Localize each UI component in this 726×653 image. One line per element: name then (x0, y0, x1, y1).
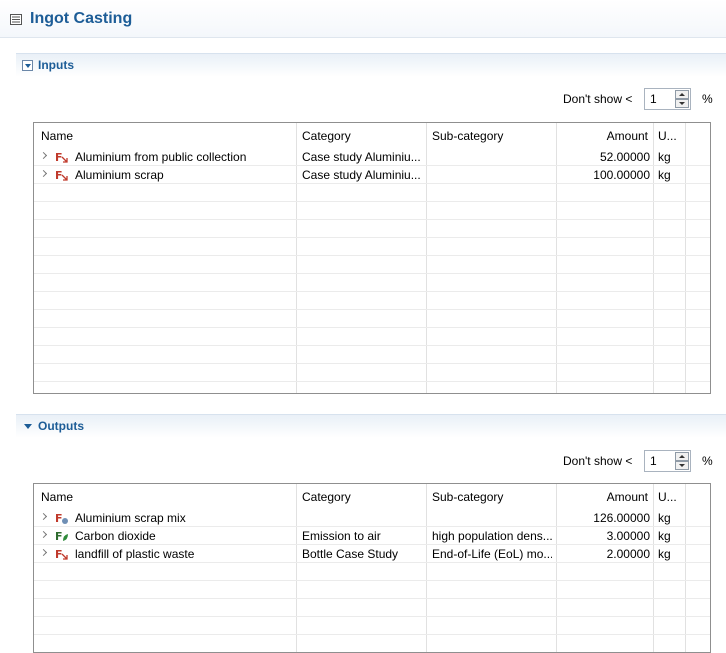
form-icon (10, 14, 22, 25)
product-flow-icon: F (55, 151, 68, 164)
row-name: landfill of plastic waste (75, 547, 195, 561)
outputs-threshold-value[interactable]: 1 (650, 454, 657, 468)
row-divider (34, 598, 710, 599)
row-name: Carbon dioxide (75, 529, 156, 543)
row-name: Aluminium scrap (75, 168, 164, 182)
row-divider (34, 616, 710, 617)
editor-header: Ingot Casting (0, 0, 726, 38)
row-divider (34, 255, 710, 256)
column-header-subcategory[interactable]: Sub-category (432, 490, 503, 504)
svg-text:F: F (55, 151, 63, 164)
svg-text:F: F (55, 512, 63, 525)
column-header-subcategory[interactable]: Sub-category (432, 129, 503, 143)
column-header-name[interactable]: Name (41, 129, 73, 143)
outputs-filter-label: Don't show < (563, 454, 633, 468)
row-divider (34, 381, 710, 382)
outputs-section-label: Outputs (38, 419, 84, 433)
row-subcategory: End-of-Life (EoL) mo... (432, 547, 552, 561)
column-header-category[interactable]: Category (302, 129, 351, 143)
elementary-flow-icon: F (55, 530, 68, 543)
row-name: Aluminium from public collection (75, 150, 247, 164)
inputs-table[interactable]: Name Category Sub-category Amount U... F… (33, 122, 711, 394)
column-header-unit[interactable]: U... (658, 490, 677, 504)
row-divider (34, 580, 710, 581)
column-header-amount[interactable]: Amount (556, 490, 648, 504)
row-amount: 100.00000 (593, 168, 650, 182)
row-unit: kg (658, 168, 671, 182)
inputs-filter-label: Don't show < (563, 92, 633, 106)
column-header-category[interactable]: Category (302, 490, 351, 504)
collapse-triangle-icon[interactable] (24, 424, 32, 429)
row-divider (34, 291, 710, 292)
row-divider (34, 327, 710, 328)
svg-text:F: F (55, 530, 63, 543)
row-unit: kg (658, 529, 671, 543)
editor-title: Ingot Casting (30, 10, 133, 27)
row-divider (34, 363, 710, 364)
outputs-filter: Don't show < 1 % (563, 450, 723, 472)
column-header-amount[interactable]: Amount (556, 129, 648, 143)
inputs-section-header[interactable]: Inputs (16, 53, 726, 77)
expand-arrow-icon[interactable] (39, 530, 48, 539)
spinner-up-icon[interactable] (675, 90, 689, 99)
outputs-section-header[interactable]: Outputs (16, 414, 726, 438)
outputs-table[interactable]: Name Category Sub-category Amount U... F… (33, 483, 711, 653)
row-amount: 2.00000 (606, 547, 650, 561)
row-amount: 52.00000 (599, 150, 650, 164)
product-flow-icon: F (55, 512, 68, 525)
row-divider (34, 634, 710, 635)
row-name: Aluminium scrap mix (75, 511, 186, 525)
row-category: Bottle Case Study (302, 547, 399, 561)
expand-arrow-icon[interactable] (39, 548, 48, 557)
inputs-filter: Don't show < 1 % (563, 88, 723, 110)
outputs-filter-unit: % (702, 454, 713, 468)
spinner-down-icon[interactable] (675, 99, 689, 108)
expand-arrow-icon[interactable] (39, 512, 48, 521)
row-divider (34, 219, 710, 220)
table-row[interactable]: F landfill of plastic waste Bottle Case … (34, 545, 710, 563)
svg-text:F: F (55, 548, 63, 561)
row-amount: 3.00000 (606, 529, 650, 543)
outputs-threshold-spinner[interactable]: 1 (644, 450, 691, 472)
column-header-name[interactable]: Name (41, 490, 73, 504)
row-divider (34, 273, 710, 274)
expand-arrow-icon[interactable] (39, 169, 48, 178)
table-row[interactable]: F Aluminium scrap mix 126.00000 kg (34, 509, 710, 527)
spinner-up-icon[interactable] (675, 452, 689, 461)
row-amount: 126.00000 (593, 511, 650, 525)
column-header-unit[interactable]: U... (658, 129, 677, 143)
product-flow-icon: F (55, 169, 68, 182)
waste-flow-icon: F (55, 548, 68, 561)
row-category: Emission to air (302, 529, 381, 543)
row-divider (34, 237, 710, 238)
row-divider (34, 309, 710, 310)
row-category: Case study Aluminiu... (302, 150, 421, 164)
inputs-threshold-spinner[interactable]: 1 (644, 88, 691, 110)
table-row[interactable]: F Aluminium scrap Case study Aluminiu...… (34, 166, 710, 184)
row-category: Case study Aluminiu... (302, 168, 421, 182)
inputs-filter-unit: % (702, 92, 713, 106)
table-row[interactable]: F Aluminium from public collection Case … (34, 148, 710, 166)
inputs-section-label: Inputs (38, 58, 74, 72)
row-divider (34, 345, 710, 346)
row-divider (34, 201, 710, 202)
row-unit: kg (658, 150, 671, 164)
collapse-icon[interactable] (22, 60, 33, 71)
table-row[interactable]: F Carbon dioxide Emission to air high po… (34, 527, 710, 545)
row-unit: kg (658, 547, 671, 561)
row-unit: kg (658, 511, 671, 525)
row-subcategory: high population dens... (432, 529, 552, 543)
expand-arrow-icon[interactable] (39, 151, 48, 160)
outputs-table-header: Name Category Sub-category Amount U... (34, 484, 710, 509)
inputs-threshold-value[interactable]: 1 (650, 92, 657, 106)
inputs-table-header: Name Category Sub-category Amount U... (34, 123, 710, 148)
spinner-down-icon[interactable] (675, 461, 689, 470)
svg-text:F: F (55, 169, 63, 182)
